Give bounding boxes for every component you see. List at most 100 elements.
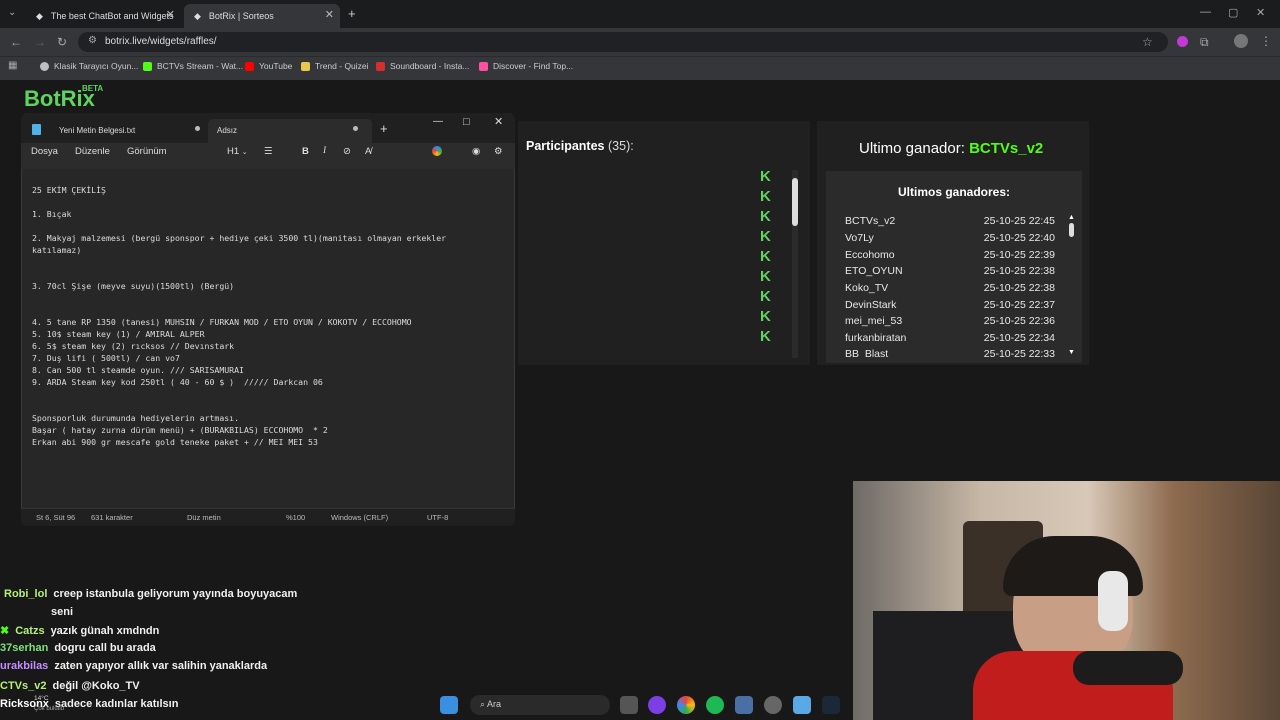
url-bar[interactable]: botrix.live/widgets/raffles/ [78, 32, 1168, 52]
window-close-icon[interactable]: ✕ [1256, 6, 1265, 19]
bookmark-favicon-icon [40, 61, 49, 71]
bookmark-item[interactable]: Trend - Quizei [301, 61, 369, 71]
text-format[interactable]: Düz metin [187, 513, 221, 522]
bookmark-item[interactable]: BCTVs Stream - Wat... [143, 61, 243, 71]
discord-icon[interactable] [648, 696, 666, 714]
bookmark-item[interactable]: Soundboard - Insta... [376, 61, 469, 71]
chrome-icon[interactable] [677, 696, 695, 714]
discover-icon [479, 61, 488, 71]
list-format-icon[interactable]: ☰ [264, 146, 273, 157]
kick-logo-icon: K [760, 328, 771, 345]
notepad-taskbar-icon[interactable] [793, 696, 811, 714]
reload-icon[interactable]: ↻ [57, 35, 67, 49]
tab-chatbot[interactable]: ◆ The best ChatBot and Widgets ✕ [26, 4, 181, 28]
steam-icon[interactable] [822, 696, 840, 714]
kick-logo-icon [143, 61, 152, 71]
winners-scrollbar[interactable]: ▲ ▼ [1068, 214, 1075, 356]
quiz-icon [301, 61, 310, 71]
line-ending[interactable]: Windows (CRLF) [331, 513, 388, 522]
site-info-icon[interactable]: ⚙ [88, 35, 97, 46]
bookmark-star-icon[interactable]: ☆ [1142, 35, 1153, 49]
link-icon[interactable]: ⊘ [343, 146, 351, 157]
maximize-icon[interactable]: ▢ [1228, 6, 1238, 19]
headphones-shape [1098, 571, 1128, 631]
menu-gorunum[interactable]: Görünüm [127, 146, 167, 157]
clear-format-icon[interactable]: A̸ [365, 146, 371, 157]
list-item: Eccohomo 25-10-25 22:39 [845, 249, 1055, 261]
list-item: Koko_TV 25-10-25 22:38 [845, 282, 1055, 294]
scroll-down-icon[interactable]: ▼ [1068, 349, 1075, 356]
scroll-up-icon[interactable]: ▲ [1068, 214, 1075, 221]
profile-avatar[interactable] [1234, 34, 1248, 48]
extension-icon[interactable] [1177, 36, 1188, 47]
italic-icon[interactable]: I [323, 146, 326, 156]
new-tab-icon[interactable]: + [380, 121, 388, 136]
start-icon[interactable] [440, 696, 458, 714]
extensions-puzzle-icon[interactable]: ⧉ [1200, 35, 1209, 50]
kick-logo-icon: K [760, 268, 771, 285]
spotify-icon[interactable] [706, 696, 724, 714]
participants-scrollbar[interactable] [792, 170, 798, 358]
tab-title: The best ChatBot and Widgets [50, 11, 174, 21]
back-icon[interactable]: ← [10, 35, 22, 49]
close-icon[interactable]: ✕ [166, 8, 175, 21]
kick-badge-icon: ✖ [0, 625, 10, 637]
app-icon[interactable] [735, 696, 753, 714]
tab-list-icon[interactable]: ⌄ [8, 7, 16, 18]
zoom-level[interactable]: %100 [286, 513, 305, 522]
task-view-icon[interactable] [620, 696, 638, 714]
weather-desc: Çok bulutlu [34, 706, 65, 712]
chat-message: ✖ Catzs yazık günah xmdndn [0, 625, 160, 637]
url-text: botrix.live/widgets/raffles/ [105, 36, 217, 47]
cursor-position: St 6, Süt 96 [36, 513, 76, 522]
list-item: Vo7Ly 25-10-25 22:40 [845, 232, 1055, 244]
maximize-icon[interactable]: □ [463, 116, 470, 128]
heading-dropdown[interactable]: H1 ⌄ [227, 146, 248, 157]
window-close-icon[interactable]: ✕ [494, 115, 503, 128]
list-item: DevinStark 25-10-25 22:37 [845, 299, 1055, 311]
soundboard-icon [376, 61, 385, 71]
microphone-shape [1073, 651, 1183, 685]
scrollbar-thumb[interactable] [1069, 223, 1074, 237]
unsaved-dot-icon [353, 126, 358, 131]
char-count: 631 karakter [91, 513, 133, 522]
new-tab-icon[interactable]: + [348, 6, 356, 21]
apps-grid-icon[interactable]: ▦ [8, 60, 17, 71]
last-winner-heading: Ultimo ganador: BCTVs_v2 [859, 140, 1044, 157]
bookmark-item[interactable]: Discover - Find Top... [479, 61, 573, 71]
chat-message: 37serhan dogru call bu arada [0, 642, 156, 654]
account-icon[interactable]: ◉ [472, 146, 480, 157]
kick-logo-icon: K [760, 208, 771, 225]
kick-logo-icon: K [760, 188, 771, 205]
taskbar-search[interactable]: ⌕ Ara [470, 695, 610, 715]
bookmark-item[interactable]: YouTube [245, 61, 292, 71]
menu-kebab-icon[interactable]: ⋮ [1260, 34, 1272, 48]
youtube-icon [245, 61, 254, 71]
settings-gear-icon[interactable]: ⚙ [494, 146, 503, 157]
menu-duzenle[interactable]: Düzenle [75, 146, 110, 157]
menu-dosya[interactable]: Dosya [31, 146, 58, 157]
participants-list: K K K K K K K K K [760, 168, 772, 345]
minimize-icon[interactable]: — [1200, 6, 1211, 18]
encoding[interactable]: UTF-8 [427, 513, 448, 522]
obs-icon[interactable] [764, 696, 782, 714]
chat-message: CTVs_v2 değil @Koko_TV [0, 680, 140, 692]
forward-icon[interactable]: → [34, 35, 46, 49]
notepad-app-icon [32, 124, 41, 135]
bookmark-item[interactable]: Klasik Tarayıcı Oyun... [40, 61, 138, 71]
kick-logo-icon: K [760, 228, 771, 245]
notepad-text-area[interactable]: 25 EKİM ÇEKİLİŞ 1. Bıçak 2. Makyaj malze… [32, 184, 502, 448]
close-icon[interactable]: ✕ [325, 8, 334, 21]
kick-logo-icon: K [760, 288, 771, 305]
kick-logo-icon: K [760, 168, 771, 185]
copilot-icon[interactable] [432, 146, 442, 156]
beta-badge: BETA [82, 84, 104, 93]
scrollbar-thumb[interactable] [792, 178, 798, 226]
last-winners-title: Ultimos ganadores: [897, 185, 1011, 199]
bold-icon[interactable]: B [302, 146, 309, 157]
tab-yeni-metin[interactable]: Yeni Metin Belgesi.txt [59, 119, 135, 141]
kick-logo-icon: K [760, 308, 771, 325]
minimize-icon[interactable]: — [433, 116, 443, 127]
tab-botrix[interactable]: ◆ BotRix | Sorteos ✕ [184, 4, 340, 28]
tab-adsiz[interactable]: Adsız [217, 119, 237, 141]
